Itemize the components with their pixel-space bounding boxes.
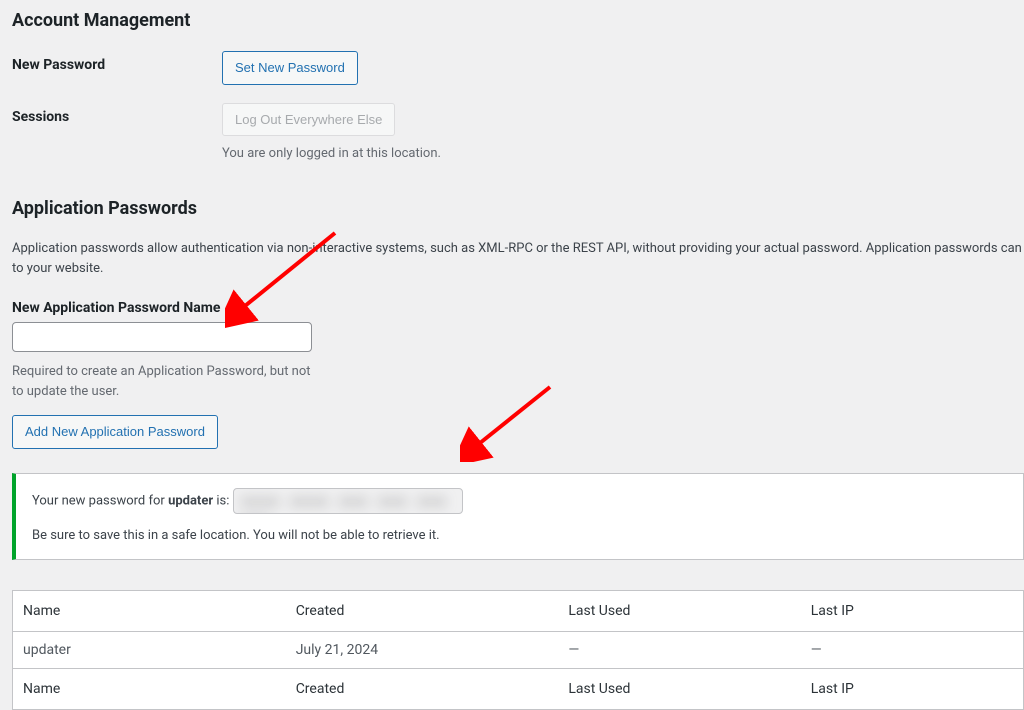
generated-password-value: XXXX XXXX XXX XXX XXX XXX: [242, 495, 448, 514]
application-passwords-heading: Application Passwords: [12, 198, 1024, 219]
generated-password-box: XXXX XXXX XXX XXX XXX XXX: [233, 488, 463, 514]
tf-name: Name: [13, 669, 286, 710]
table-header-row: Name Created Last Used Last IP: [13, 591, 1023, 632]
notice-suffix: is:: [213, 493, 232, 508]
app-password-name-input[interactable]: [12, 322, 312, 352]
notice-app-name: updater: [168, 493, 213, 508]
tf-last-ip: Last IP: [801, 669, 1023, 710]
set-new-password-button[interactable]: Set New Password: [222, 51, 358, 85]
account-management-heading: Account Management: [12, 10, 1024, 31]
th-name[interactable]: Name: [13, 591, 286, 632]
logout-everywhere-button[interactable]: Log Out Everywhere Else: [222, 103, 395, 137]
notice-password-line: Your new password for updater is: XXXX X…: [32, 488, 1007, 514]
sessions-row: Sessions Log Out Everywhere Else You are…: [12, 103, 1024, 164]
tf-last-used: Last Used: [558, 669, 800, 710]
notice-warning: Be sure to save this in a safe location.…: [32, 526, 1007, 546]
new-password-notice: Your new password for updater is: XXXX X…: [12, 473, 1024, 561]
app-password-name-label: New Application Password Name: [12, 300, 1024, 316]
td-last-ip: —: [801, 632, 1023, 669]
new-password-label: New Password: [12, 51, 222, 73]
notice-prefix: Your new password for: [32, 493, 168, 508]
tf-created: Created: [286, 669, 559, 710]
table-footer-row: Name Created Last Used Last IP: [13, 669, 1023, 710]
sessions-description: You are only logged in at this location.: [222, 144, 1024, 164]
new-password-row: New Password Set New Password: [12, 51, 1024, 85]
app-passwords-table: Name Created Last Used Last IP updater J…: [13, 591, 1023, 709]
app-passwords-table-wrap: Name Created Last Used Last IP updater J…: [12, 590, 1024, 710]
add-application-password-button[interactable]: Add New Application Password: [12, 415, 218, 449]
application-passwords-intro: Application passwords allow authenticati…: [12, 239, 1024, 281]
app-password-name-help: Required to create an Application Passwo…: [12, 362, 312, 401]
th-last-used[interactable]: Last Used: [558, 591, 800, 632]
td-name: updater: [13, 632, 286, 669]
table-row: updater July 21, 2024 — —: [13, 632, 1023, 669]
td-created: July 21, 2024: [286, 632, 559, 669]
td-last-used: —: [558, 632, 800, 669]
th-created[interactable]: Created: [286, 591, 559, 632]
th-last-ip[interactable]: Last IP: [801, 591, 1023, 632]
sessions-label: Sessions: [12, 103, 222, 125]
